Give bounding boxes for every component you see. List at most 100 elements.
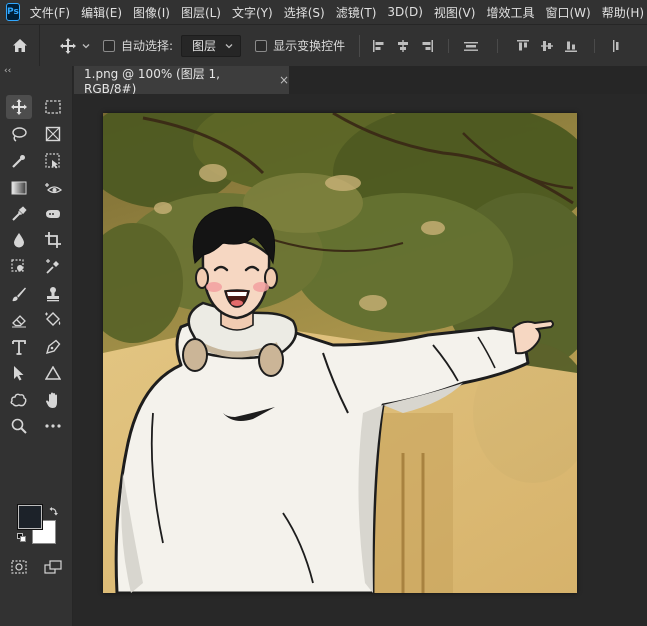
menu-bar: Ps 文件(F) 编辑(E) 图像(I) 图层(L) 文字(Y) 选择(S) 滤… <box>0 0 647 24</box>
path-selection-icon <box>14 366 24 381</box>
paint-bucket-tool[interactable] <box>40 308 66 332</box>
tools-panel: ‹‹ <box>0 66 73 626</box>
quick-mask-button[interactable] <box>6 555 32 579</box>
rectangular-marquee-tool[interactable] <box>40 95 66 119</box>
gradient-tool[interactable] <box>6 176 32 200</box>
patch-tool[interactable] <box>40 202 66 226</box>
auto-select-dropdown[interactable]: 图层 <box>181 34 242 57</box>
menu-plugins[interactable]: 增效工具 <box>486 4 534 21</box>
align-top-edges-icon[interactable] <box>516 39 530 53</box>
menu-image[interactable]: 图像(I) <box>133 4 170 21</box>
align-right-edges-icon[interactable] <box>420 39 434 53</box>
brush-tool[interactable] <box>6 282 32 306</box>
divider <box>594 38 596 53</box>
menu-filter[interactable]: 滤镜(T) <box>336 4 377 21</box>
blur-tool[interactable] <box>6 228 32 252</box>
menu-select[interactable]: 选择(S) <box>284 4 325 21</box>
frame-icon <box>45 126 61 142</box>
red-eye-icon <box>45 183 62 194</box>
move-tool[interactable] <box>6 95 32 119</box>
options-bar: 自动选择: 图层 显示变换控件 <box>0 24 647 67</box>
distribute-horizontal-icon[interactable] <box>611 39 621 53</box>
show-transform-checkbox[interactable] <box>255 39 268 52</box>
menu-view[interactable]: 视图(V) <box>434 4 476 21</box>
patch-icon <box>46 210 60 218</box>
color-sampler-tool[interactable] <box>40 255 66 279</box>
selection-brush-icon <box>11 259 24 272</box>
quick-mask-icon <box>11 560 27 574</box>
puzzle-shape-icon <box>10 393 27 407</box>
move-icon <box>11 99 27 115</box>
document-tab[interactable]: 1.png @ 100% (图层 1, RGB/8#) × <box>74 66 289 96</box>
zoom-tool[interactable] <box>6 414 32 438</box>
clone-stamp-tool[interactable] <box>6 255 32 279</box>
auto-select-label: 自动选择: <box>121 39 174 53</box>
foreground-color-swatch[interactable] <box>17 504 43 530</box>
align-left-edges-icon[interactable] <box>372 39 386 53</box>
crop-icon <box>45 232 61 248</box>
hand-tool[interactable] <box>40 388 66 412</box>
lasso-tool[interactable] <box>6 122 32 146</box>
document-tab-bar: 1.png @ 100% (图层 1, RGB/8#) × <box>74 66 647 96</box>
crop-tool[interactable] <box>40 228 66 252</box>
eyedropper-tool[interactable] <box>6 202 32 226</box>
menu-edit[interactable]: 编辑(E) <box>81 4 122 21</box>
menu-help[interactable]: 帮助(H) <box>602 4 644 21</box>
align-horizontal-centers-icon[interactable] <box>396 39 410 53</box>
menu-type[interactable]: 文字(Y) <box>232 4 273 21</box>
divider <box>497 38 499 53</box>
zoom-icon <box>11 418 27 434</box>
screen-mode-button[interactable] <box>40 555 66 579</box>
hand-icon <box>46 392 57 408</box>
more-tools-button[interactable] <box>40 414 66 438</box>
menu-window[interactable]: 窗口(W) <box>545 4 590 21</box>
marquee-icon <box>45 100 61 114</box>
chevron-down-icon <box>225 43 233 48</box>
chevron-down-icon <box>82 43 90 48</box>
default-colors-icon[interactable] <box>17 533 27 543</box>
move-tool-preset[interactable] <box>60 37 91 54</box>
move-icon <box>60 37 76 54</box>
menu-3d[interactable]: 3D(D) <box>387 5 422 19</box>
pen-icon <box>45 339 61 355</box>
auto-select-value: 图层 <box>192 39 217 53</box>
screen-mode-icon <box>44 560 62 574</box>
shape-tool[interactable] <box>40 361 66 385</box>
pen-tool[interactable] <box>40 335 66 359</box>
align-bottom-edges-icon[interactable] <box>564 39 578 53</box>
close-icon[interactable]: × <box>279 73 289 87</box>
stamp-tool[interactable] <box>40 282 66 306</box>
quick-selection-icon <box>12 155 25 168</box>
document-canvas-image[interactable] <box>103 113 577 593</box>
photoshop-logo-icon[interactable]: Ps <box>6 3 20 21</box>
home-icon <box>12 39 27 52</box>
eraser-tool[interactable] <box>6 308 32 332</box>
distribute-vertical-icon[interactable] <box>463 39 479 53</box>
home-button[interactable] <box>0 24 40 67</box>
divider <box>359 34 361 57</box>
path-selection-tool[interactable] <box>6 361 32 385</box>
object-selection-icon <box>45 153 60 169</box>
frame-tool[interactable] <box>40 122 66 146</box>
type-tool[interactable] <box>6 335 32 359</box>
auto-select-checkbox[interactable] <box>103 39 115 52</box>
brush-icon <box>12 287 26 302</box>
menu-file[interactable]: 文件(F) <box>30 4 70 21</box>
drop-icon <box>14 233 24 248</box>
collapse-panel-button[interactable]: ‹‹ <box>4 66 11 76</box>
custom-shape-tool[interactable] <box>6 388 32 412</box>
align-vertical-centers-icon[interactable] <box>540 39 554 53</box>
paint-bucket-icon <box>45 312 61 326</box>
divider <box>448 38 450 53</box>
lasso-icon <box>12 127 27 142</box>
menu-layer[interactable]: 图层(L) <box>181 4 221 21</box>
quick-selection-tool[interactable] <box>6 149 32 173</box>
eraser-icon <box>12 315 26 328</box>
swap-colors-icon[interactable] <box>49 506 59 516</box>
stamp-icon <box>47 287 59 302</box>
red-eye-tool[interactable] <box>40 176 66 200</box>
object-selection-tool[interactable] <box>40 149 66 173</box>
show-transform-label: 显示变换控件 <box>273 39 346 53</box>
type-icon <box>12 339 26 355</box>
eyedropper-icon <box>12 206 27 221</box>
